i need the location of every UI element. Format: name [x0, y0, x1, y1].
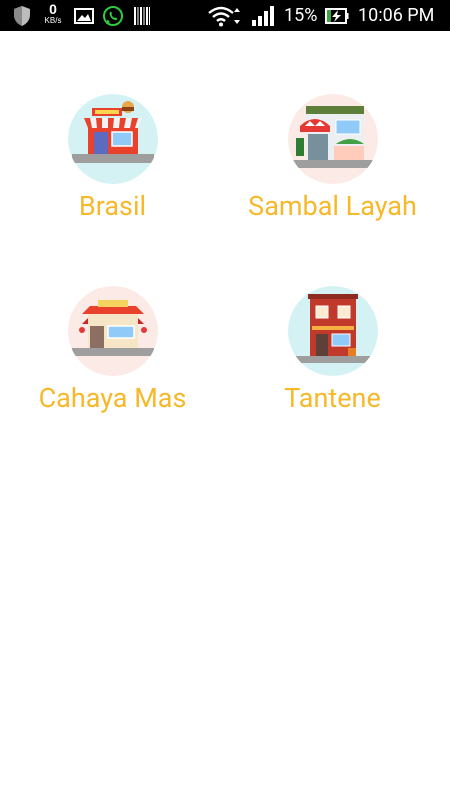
kbs-indicator: 0 KB/s — [40, 2, 66, 25]
store-name: Brasil — [78, 190, 147, 222]
store-item-brasil[interactable]: Brasil — [0, 94, 225, 224]
store-name: Cahaya Mas — [38, 382, 187, 414]
shield-icon — [9, 0, 35, 31]
battery-charging-icon — [324, 0, 350, 31]
store-item-cahaya-mas[interactable]: Cahaya Mas — [0, 286, 225, 416]
gallery-icon — [72, 0, 96, 31]
barcode-icon — [132, 0, 152, 31]
green-awning-shop-icon — [287, 94, 378, 184]
net-speed-unit: KB/s — [44, 16, 62, 25]
store-item-tantene[interactable]: Tantene — [220, 286, 445, 416]
wifi-icon — [207, 0, 243, 31]
brick-shop-icon — [287, 286, 378, 376]
store-name: Sambal Layah — [248, 190, 417, 222]
store-item-sambal-layah[interactable]: Sambal Layah — [220, 94, 445, 224]
net-speed-value: 0 — [49, 1, 57, 17]
status-bar: 0 KB/s 15% 10:06 PM — [0, 0, 450, 31]
clock: 10:06 PM — [358, 5, 435, 26]
red-shop-icon — [67, 94, 158, 184]
signal-icon — [250, 0, 276, 31]
pagoda-shop-icon — [67, 286, 158, 376]
whatsapp-icon — [101, 0, 125, 31]
battery-percent: 15% — [284, 5, 318, 26]
store-name: Tantene — [284, 382, 381, 414]
